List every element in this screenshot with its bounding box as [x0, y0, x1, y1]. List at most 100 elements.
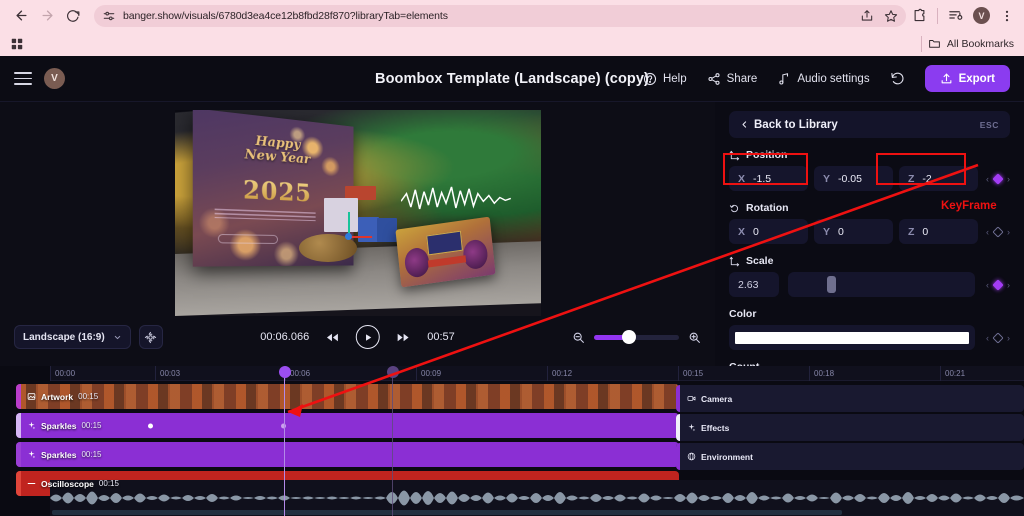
rewind-button[interactable] — [325, 330, 340, 345]
share-button[interactable]: Share — [707, 72, 757, 86]
play-button[interactable] — [356, 325, 381, 349]
main-menu-button[interactable] — [14, 72, 32, 85]
editor-body: Happy New Year 2025 Landscape (16:9) 00:… — [0, 102, 1024, 403]
video-preview[interactable]: Happy New Year 2025 — [174, 110, 541, 316]
color-keyframe-prev-button[interactable]: ‹ — [986, 333, 989, 343]
browser-chrome: banger.show/visuals/6780d3ea4ce12b8fbd28… — [0, 0, 1024, 56]
timeline: 00:00 00:03 00:06 00:09 00:12 00:15 00:1… — [0, 366, 1024, 516]
scale-value-field[interactable]: 2.63 — [729, 272, 779, 297]
share-nodes-icon — [708, 72, 720, 85]
clip-name: Sparkles — [41, 449, 77, 460]
rotation-x-field[interactable]: X 0 — [729, 219, 808, 244]
help-button[interactable]: Help — [643, 72, 687, 86]
scale-slider[interactable] — [788, 272, 975, 297]
position-x-field[interactable]: X -1.5 — [729, 166, 808, 191]
all-bookmarks-button[interactable]: All Bookmarks — [920, 35, 1014, 52]
rotation-keyframe-next-button[interactable]: › — [1007, 227, 1010, 237]
rotation-keyframe-diamond-icon[interactable] — [992, 225, 1004, 238]
timeline-clip-sparkles-2[interactable]: Sparkles 00:15 — [16, 442, 679, 467]
zoom-slider-knob[interactable] — [622, 330, 637, 344]
track-handle[interactable] — [676, 385, 680, 412]
clip-keyframe-marker[interactable] — [281, 423, 286, 428]
color-keyframe-next-button[interactable]: › — [1007, 333, 1010, 343]
globe-icon — [687, 452, 696, 461]
track-handle[interactable] — [676, 443, 680, 470]
preview-stage: Happy New Year 2025 Landscape (16:9) 00:… — [0, 102, 715, 366]
track-label: Camera — [701, 393, 733, 404]
position-z-field[interactable]: Z -2 — [899, 166, 978, 191]
aspect-ratio-select[interactable]: Landscape (16:9) — [14, 325, 131, 349]
fast-forward-button[interactable] — [396, 330, 411, 345]
fast-forward-icon — [398, 333, 410, 341]
gift-box — [377, 218, 397, 242]
position-y-field[interactable]: Y -0.05 — [814, 166, 893, 191]
scale-slider-knob[interactable] — [827, 276, 837, 293]
app-header: V Boombox Template (Landscape) (copy) He… — [0, 56, 1024, 102]
apps-shortcut-button[interactable] — [10, 37, 24, 51]
back-to-library-button[interactable]: Back to Library ESC — [729, 111, 1010, 138]
reading-list-button[interactable] — [948, 8, 963, 23]
back-button[interactable] — [8, 3, 34, 29]
recenter-view-button[interactable] — [138, 325, 163, 349]
gizmo-center-handle[interactable] — [345, 232, 353, 240]
timeline-ruler[interactable]: 00:00 00:03 00:06 00:09 00:12 00:15 00:1… — [50, 366, 1024, 381]
export-button[interactable]: Export — [924, 65, 1010, 92]
position-z-axis-label: Z — [908, 172, 915, 185]
bookmark-button[interactable] — [884, 9, 898, 23]
forward-button[interactable] — [34, 3, 60, 29]
audio-waveform[interactable] — [50, 480, 1024, 516]
ruler-tick: 00:00 — [50, 366, 75, 381]
rotation-z-field[interactable]: Z 0 — [899, 219, 978, 244]
address-bar[interactable]: banger.show/visuals/6780d3ea4ce12b8fbd28… — [94, 4, 906, 27]
extensions-button[interactable] — [912, 8, 927, 23]
hamburger-menu-icon — [14, 82, 32, 85]
scale-keyframe-prev-button[interactable]: ‹ — [986, 280, 989, 290]
color-keyframe-diamond-icon[interactable] — [992, 331, 1004, 344]
clip-duration: 00:15 — [81, 421, 102, 430]
track-environment[interactable]: Environment — [676, 443, 1024, 470]
back-arrow-icon — [16, 10, 26, 21]
hamburger-menu-icon — [14, 72, 32, 75]
user-avatar[interactable]: V — [44, 68, 65, 89]
position-keyframe-next-button[interactable]: › — [1007, 174, 1010, 184]
zoom-out-icon — [573, 332, 584, 343]
esc-hint: ESC — [979, 119, 999, 130]
rotation-y-field[interactable]: Y 0 — [814, 219, 893, 244]
undo-history-button[interactable] — [890, 71, 905, 86]
track-effects[interactable]: Effects — [676, 414, 1024, 441]
recenter-icon — [145, 331, 157, 343]
clip-keyframe-marker[interactable] — [148, 423, 153, 428]
position-keyframe-prev-button[interactable]: ‹ — [986, 174, 989, 184]
folder-icon — [929, 40, 940, 48]
site-settings-icon — [103, 11, 115, 20]
zoom-in-button[interactable] — [688, 331, 701, 344]
position-y-axis-label: Y — [823, 172, 831, 185]
scale-keyframe-next-button[interactable]: › — [1007, 280, 1010, 290]
ruler-tick: 00:06 — [285, 366, 310, 381]
rotation-keyframe-prev-button[interactable]: ‹ — [986, 227, 989, 237]
timeline-clip-artwork[interactable]: Artwork 00:15 — [16, 384, 679, 409]
profile-avatar[interactable]: V — [973, 7, 990, 24]
sparkles-icon — [28, 421, 36, 430]
rotation-y-axis-label: Y — [823, 225, 831, 238]
browser-menu-button[interactable] — [1000, 9, 1014, 23]
toolbar-divider — [937, 7, 938, 24]
rotation-z-value: 0 — [922, 225, 929, 238]
share-tab-button[interactable] — [860, 9, 874, 23]
sparkles-icon — [28, 450, 36, 459]
track-camera[interactable]: Camera — [676, 385, 1024, 412]
color-picker-button[interactable] — [729, 325, 975, 350]
chevron-left-icon — [742, 121, 747, 128]
boombox-speaker — [402, 246, 431, 279]
color-label-text: Color — [729, 308, 757, 320]
image-icon — [27, 393, 36, 400]
audio-settings-button[interactable]: Audio settings — [777, 72, 870, 86]
timeline-clip-sparkles-1[interactable]: Sparkles 00:15 — [16, 413, 679, 438]
position-y-value: -0.05 — [838, 172, 862, 185]
position-keyframe-diamond-icon[interactable] — [992, 172, 1004, 185]
zoom-out-button[interactable] — [572, 331, 585, 344]
scale-keyframe-diamond-icon[interactable] — [992, 278, 1004, 291]
track-handle[interactable] — [676, 414, 680, 441]
reload-button[interactable] — [60, 3, 86, 29]
zoom-slider[interactable] — [594, 330, 679, 344]
